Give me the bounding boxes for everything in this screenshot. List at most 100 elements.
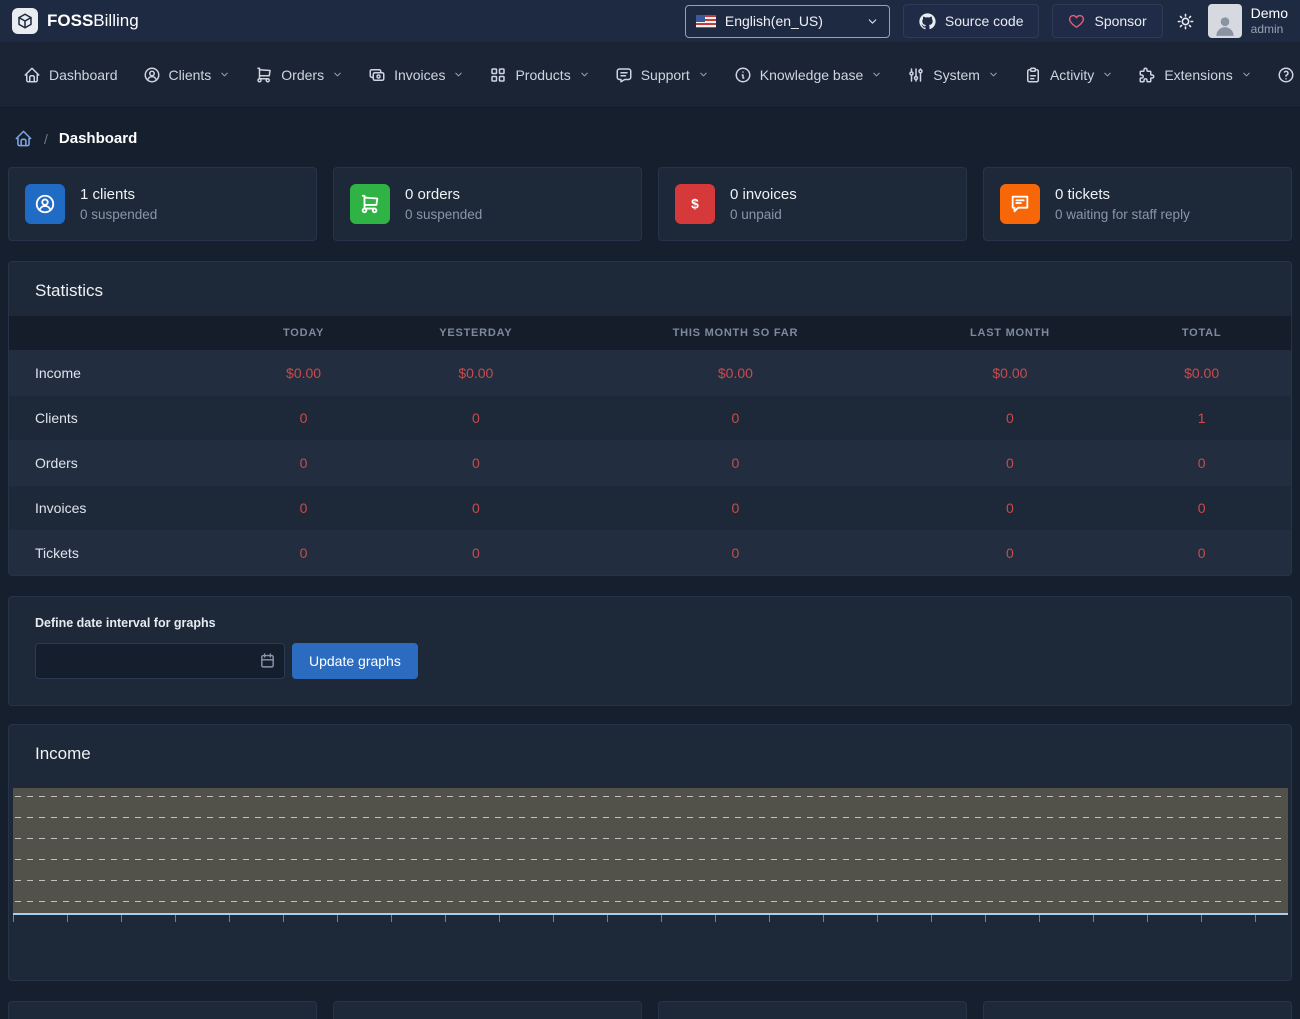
nav-item-help[interactable]: Help [1266, 57, 1300, 93]
stat-title: 0 invoices [730, 186, 797, 203]
cell-value: 1 [1112, 396, 1291, 441]
row-label: Income [9, 351, 219, 396]
clients-card-title: CLIENTS [659, 1002, 966, 1019]
theme-toggle-button[interactable] [1176, 12, 1195, 31]
brand-light: Billing [93, 11, 138, 30]
cell-value: $0.00 [1112, 351, 1291, 396]
user-name: Demo [1251, 5, 1288, 22]
nav-item-knowledge-base[interactable]: Knowledge base [723, 57, 894, 93]
row-label: Tickets [9, 531, 219, 576]
cell-value: 0 [219, 486, 389, 531]
tickets-card: TICKETS [983, 1001, 1292, 1019]
cart-icon [350, 184, 390, 224]
clients-icon [25, 184, 65, 224]
help-circle-icon [1277, 66, 1295, 84]
column-header: TOTAL [1112, 316, 1291, 351]
dollar-icon: $ [675, 184, 715, 224]
grid-icon [489, 66, 507, 84]
nav-item-label: Clients [169, 67, 212, 83]
nav-item-orders[interactable]: Orders [244, 57, 354, 93]
row-label: Invoices [9, 486, 219, 531]
breadcrumb-home-icon[interactable] [14, 129, 33, 148]
stat-subtitle: 0 suspended [405, 207, 482, 222]
heart-icon [1068, 13, 1085, 30]
nav-item-clients[interactable]: Clients [132, 57, 242, 93]
row-label: Orders [9, 441, 219, 486]
nav-item-label: Orders [281, 67, 324, 83]
adjustments-icon [907, 66, 925, 84]
nav-item-support[interactable]: Support [604, 57, 720, 93]
chevron-down-icon [871, 69, 882, 80]
graph-interval-label: Define date interval for graphs [35, 616, 1265, 630]
stat-title: 1 clients [80, 186, 157, 203]
cell-value: $0.00 [563, 351, 907, 396]
cell-value: 0 [908, 441, 1113, 486]
cell-value: 0 [388, 486, 563, 531]
sponsor-label: Sponsor [1094, 13, 1146, 29]
x-axis-ticks [13, 915, 1288, 922]
us-flag-icon [696, 15, 716, 28]
statistics-title: Statistics [9, 262, 1291, 316]
nav-item-extensions[interactable]: Extensions [1127, 57, 1262, 93]
nav-item-dashboard[interactable]: Dashboard [12, 57, 129, 93]
cell-value: 0 [1112, 441, 1291, 486]
user-circle-icon [143, 66, 161, 84]
stat-card-clients[interactable]: 1 clients 0 suspended [8, 167, 317, 241]
language-select[interactable]: English(en_US) [685, 5, 890, 38]
update-graphs-button[interactable]: Update graphs [292, 643, 418, 679]
cell-value: 0 [908, 486, 1113, 531]
cell-value: $0.00 [908, 351, 1113, 396]
cell-value: $0.00 [219, 351, 389, 396]
puzzle-icon [1138, 66, 1156, 84]
main-nav: Dashboard Clients Orders Invoices Produc… [0, 42, 1300, 108]
stat-title: 0 tickets [1055, 186, 1190, 203]
chevron-down-icon [698, 69, 709, 80]
column-header: LAST MONTH [908, 316, 1113, 351]
stat-subtitle: 0 waiting for staff reply [1055, 207, 1190, 222]
cell-value: 0 [388, 531, 563, 576]
cell-value: 0 [563, 531, 907, 576]
statistics-card: Statistics TODAY YESTERDAY THIS MONTH SO… [8, 261, 1292, 576]
graph-interval-card: Define date interval for graphs Update g… [8, 596, 1292, 706]
language-selected-label: English(en_US) [725, 13, 823, 29]
stat-card-orders[interactable]: 0 orders 0 suspended [333, 167, 642, 241]
statistics-table: TODAY YESTERDAY THIS MONTH SO FAR LAST M… [9, 316, 1291, 575]
stat-card-tickets[interactable]: 0 tickets 0 waiting for staff reply [983, 167, 1292, 241]
cell-value: 0 [388, 396, 563, 441]
chevron-down-icon [332, 69, 343, 80]
message-icon [615, 66, 633, 84]
cell-value: 0 [1112, 531, 1291, 576]
bottom-cards-row: ORDERS INVOICES CLIENTS TICKETS [8, 1001, 1292, 1019]
cell-value: 0 [908, 531, 1113, 576]
orders-card: ORDERS [8, 1001, 317, 1019]
clients-card: CLIENTS [658, 1001, 967, 1019]
chevron-down-icon [1241, 69, 1252, 80]
table-row-tickets: Tickets 0 0 0 0 0 [9, 531, 1291, 576]
brand-logo-link[interactable]: FOSSBilling [12, 8, 139, 34]
nav-item-system[interactable]: System [896, 57, 1010, 93]
stat-card-invoices[interactable]: $ 0 invoices 0 unpaid [658, 167, 967, 241]
sponsor-button[interactable]: Sponsor [1052, 4, 1162, 38]
source-code-button[interactable]: Source code [903, 4, 1040, 38]
cell-value: 0 [219, 531, 389, 576]
nav-item-label: Dashboard [49, 67, 118, 83]
chevron-down-icon [1102, 69, 1113, 80]
stat-cards-row: 1 clients 0 suspended 0 orders 0 suspend… [8, 167, 1292, 241]
stat-title: 0 orders [405, 186, 482, 203]
cell-value: 0 [563, 441, 907, 486]
stat-subtitle: 0 unpaid [730, 207, 797, 222]
column-header: YESTERDAY [388, 316, 563, 351]
breadcrumb-separator: / [44, 131, 48, 147]
avatar [1208, 4, 1242, 38]
table-row-orders: Orders 0 0 0 0 0 [9, 441, 1291, 486]
nav-item-activity[interactable]: Activity [1013, 57, 1124, 93]
invoices-card-title: INVOICES [334, 1002, 641, 1019]
nav-item-label: Knowledge base [760, 67, 864, 83]
nav-item-products[interactable]: Products [478, 57, 600, 93]
user-menu[interactable]: Demo admin [1208, 4, 1288, 38]
nav-item-label: Activity [1050, 67, 1094, 83]
top-header: FOSSBilling English(en_US) Source code S… [0, 0, 1300, 42]
cell-value: $0.00 [388, 351, 563, 396]
date-interval-input[interactable] [35, 643, 285, 679]
nav-item-invoices[interactable]: Invoices [357, 57, 475, 93]
